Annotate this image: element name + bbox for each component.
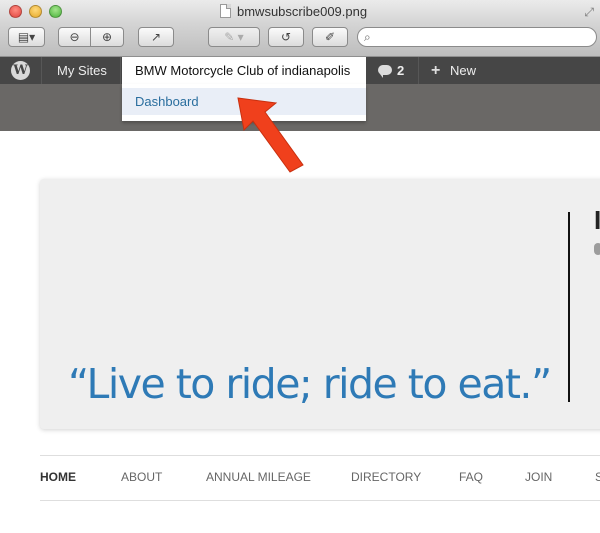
search-input[interactable]: ⌕ bbox=[357, 27, 597, 47]
share-button[interactable]: ↗ bbox=[138, 27, 174, 47]
header-divider-line bbox=[568, 212, 570, 402]
site-name-menu[interactable]: BMW Motorcycle Club of indianapolis bbox=[122, 57, 366, 84]
window-zoom-button[interactable] bbox=[49, 5, 62, 18]
my-sites-menu[interactable]: My Sites bbox=[57, 57, 107, 84]
nav-item-join[interactable]: JOIN bbox=[525, 470, 552, 484]
preview-toolbar: ▤▾ ⊖ ⊕ ↗ ✎ ▾ ↺ ✐ ⌕ bbox=[0, 24, 600, 57]
pen-icon: ✎ ▾ bbox=[224, 30, 244, 44]
comments-icon[interactable] bbox=[378, 65, 392, 78]
window-title: bmwsubscribe009.png bbox=[237, 4, 368, 19]
sidebar-icon: ▤▾ bbox=[17, 30, 36, 44]
nav-item-cut-off[interactable]: S bbox=[595, 470, 600, 484]
comments-count[interactable]: 2 bbox=[397, 57, 404, 84]
nav-item-annual-mileage[interactable]: ANNUAL MILEAGE bbox=[206, 470, 311, 484]
edit-toolbar-button[interactable]: ✐ bbox=[312, 27, 348, 47]
zoom-out-button[interactable]: ⊖ bbox=[58, 27, 91, 47]
rotate-button[interactable]: ↺ bbox=[268, 27, 304, 47]
window-close-button[interactable] bbox=[9, 5, 22, 18]
window-titlebar: bmwsubscribe009.png ⤢ bbox=[0, 0, 600, 24]
dashboard-menu-item[interactable]: Dashboard bbox=[122, 88, 366, 115]
rotate-icon: ↺ bbox=[280, 30, 292, 44]
plus-icon[interactable]: + bbox=[431, 57, 440, 84]
nav-item-home[interactable]: HOME bbox=[40, 470, 76, 484]
admin-bar-divider bbox=[41, 57, 42, 84]
site-name-dropdown: Dashboard bbox=[122, 84, 366, 121]
cut-off-icon bbox=[594, 243, 600, 255]
cut-off-heading: I bbox=[594, 205, 600, 235]
document-icon bbox=[220, 4, 231, 18]
fullscreen-icon[interactable]: ⤢ bbox=[584, 5, 594, 20]
share-icon: ↗ bbox=[150, 30, 162, 44]
sidebar-toggle-button[interactable]: ▤▾ bbox=[8, 27, 45, 47]
search-icon: ⌕ bbox=[364, 30, 371, 44]
admin-bar-divider bbox=[120, 57, 121, 84]
window-minimize-button[interactable] bbox=[29, 5, 42, 18]
site-tagline: “Live to ride; ride to eat.” bbox=[68, 360, 552, 408]
edit-icon: ✐ bbox=[324, 30, 336, 44]
nav-item-faq[interactable]: FAQ bbox=[459, 470, 483, 484]
zoom-out-icon: ⊖ bbox=[69, 30, 80, 44]
new-content-menu[interactable]: New bbox=[450, 57, 476, 84]
wordpress-logo-icon[interactable]: W bbox=[11, 61, 30, 80]
nav-item-about[interactable]: ABOUT bbox=[121, 470, 162, 484]
admin-bar-divider bbox=[418, 57, 419, 84]
annotate-pen-button[interactable]: ✎ ▾ bbox=[208, 27, 260, 47]
zoom-in-button[interactable]: ⊕ bbox=[91, 27, 124, 47]
nav-item-directory[interactable]: DIRECTORY bbox=[351, 470, 421, 484]
zoom-in-icon: ⊕ bbox=[101, 30, 113, 44]
main-navigation: HOME ABOUT ANNUAL MILEAGE DIRECTORY FAQ … bbox=[40, 455, 600, 501]
